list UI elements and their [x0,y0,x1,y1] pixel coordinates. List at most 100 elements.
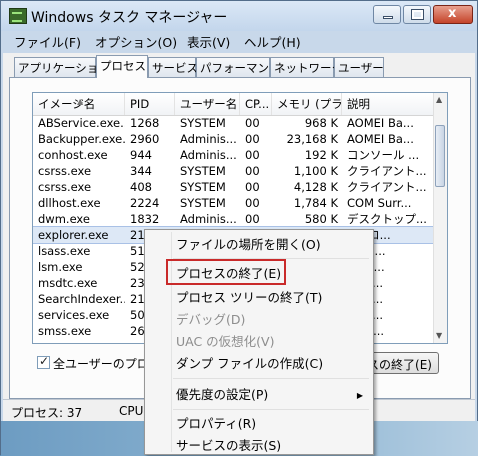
cell-cpu: 00 [245,116,260,130]
cell-image-name: Backupper.exe... [38,132,125,146]
maximize-icon [411,9,424,20]
cell-memory: 1,784 K [293,196,338,210]
column-user-name[interactable]: ユーザー名 [175,93,240,115]
menu-help[interactable]: ヘルプ(H) [244,32,301,51]
cell-image-name: services.exe [38,308,110,322]
cell-image-name: explorer.exe [38,228,109,242]
menu-file[interactable]: ファイル(F) [14,32,81,51]
cell-user-name: Adminis... [180,212,237,226]
menu-item-uac-virtualization: UAC の仮想化(V) [176,334,275,349]
tab-applications[interactable]: アプリケーション [14,57,110,77]
cpu-usage: CPU [119,404,144,418]
scrollbar-thumb[interactable] [435,125,445,187]
cell-image-name: conhost.exe [38,148,108,162]
cell-memory: 192 K [304,148,338,162]
cell-memory: 580 K [304,212,338,226]
cell-image-name: smss.exe [38,324,92,338]
cell-pid: 944 [130,148,152,162]
cell-cpu: 00 [245,196,260,210]
menu-item-show-services[interactable]: サービスの表示(S) [176,436,281,456]
table-row[interactable]: conhost.exe 944 Adminis... 00 192 K コンソール ... [33,147,435,163]
close-icon: x [448,6,457,21]
cell-image-name: csrss.exe [38,180,92,194]
close-button[interactable]: x [433,5,473,24]
process-count: プロセス: 37 [11,406,83,420]
cell-memory: 968 K [304,116,338,130]
cell-image-name: csrss.exe [38,164,92,178]
cell-user-name: Adminis... [180,132,237,146]
table-row[interactable]: ABService.exe... 1268 SYSTEM 00 968 K AOMEI B… [33,115,435,131]
tab-services[interactable]: サービス [148,57,198,77]
highlight-box [166,259,286,285]
tab-processes[interactable]: プロセス [96,55,148,78]
cell-description: COM Surr... [347,196,412,210]
cell-user-name: SYSTEM [180,116,226,130]
menu-item-properties[interactable]: プロパティ(R) [176,414,256,434]
tab-users[interactable]: ユーザー [334,57,384,77]
cell-image-name: dllhost.exe [38,196,101,210]
menu-item-end-process-tree[interactable]: プロセス ツリーの終了(T) [176,288,322,308]
sort-arrow-icon: ▲ [77,97,84,106]
cell-pid: 408 [130,180,152,194]
menu-bar: ファイル(F) オプション(O) 表示(V) ヘルプ(H) [1,31,477,51]
cell-pid: 1268 [130,116,160,130]
minimize-button[interactable] [373,5,401,24]
cell-description: クライアント... [347,180,427,194]
cell-pid: 2960 [130,132,160,146]
cell-image-name: SearchIndexer... [38,292,125,306]
cell-description: コンソール ... [347,148,420,162]
cell-cpu: 00 [245,132,260,146]
title-bar[interactable]: Windows タスク マネージャー x [1,1,477,31]
menu-item-set-priority[interactable]: 優先度の設定(P) [176,385,366,405]
task-manager-app-icon [9,8,27,24]
cell-cpu: 00 [245,212,260,226]
table-row[interactable]: csrss.exe 408 SYSTEM 00 4,128 K クライアント... [33,179,435,195]
cell-image-name: lsass.exe [38,244,91,258]
menu-options[interactable]: オプション(O) [95,32,177,51]
scroll-down-icon[interactable]: ▼ [436,331,442,340]
tab-network[interactable]: ネットワーク [270,57,343,77]
submenu-arrow-icon: ▶ [356,391,363,400]
maximize-button[interactable] [403,5,431,24]
cell-pid: 344 [130,164,152,178]
minimize-icon [383,16,393,19]
column-cpu[interactable]: CP... [240,93,272,115]
tab-performance[interactable]: パフォーマンス [196,57,280,77]
table-row[interactable]: dwm.exe 1832 Adminis... 00 580 K デスクトップ... [33,211,435,227]
column-image-name[interactable]: イメージ名 ▲ [33,93,125,115]
cell-image-name: ABService.exe... [38,116,125,130]
checkbox-checked-icon[interactable] [37,354,50,369]
cell-user-name: SYSTEM [180,164,226,178]
menu-view[interactable]: 表示(V) [187,32,230,51]
cell-image-name: dwm.exe [38,212,90,226]
cell-memory: 23,168 K [286,132,338,146]
column-pid[interactable]: PID [125,93,175,115]
table-row[interactable]: Backupper.exe... 2960 Adminis... 00 23,168 K… [33,131,435,147]
cell-user-name: SYSTEM [180,196,226,210]
cell-description: デスクトップ... [347,212,427,226]
menu-item-create-dump-file[interactable]: ダンプ ファイルの作成(C) [176,354,323,374]
cell-cpu: 00 [245,180,260,194]
cell-cpu: 00 [245,148,260,162]
cell-pid: 1832 [130,212,160,226]
column-description[interactable]: 説明 [342,93,435,115]
cell-user-name: SYSTEM [180,180,226,194]
cell-description: AOMEI Ba... [347,132,414,146]
menu-separator [173,378,369,379]
cell-pid: 2224 [130,196,160,210]
cell-image-name: lsm.exe [38,260,83,274]
menu-item-open-file-location[interactable]: ファイルの場所を開く(O) [176,235,321,255]
table-row[interactable]: dllhost.exe 2224 SYSTEM 00 1,784 K COM Surr..… [33,195,435,211]
menu-separator [173,409,369,410]
cell-image-name: msdtc.exe [38,276,98,290]
vertical-scrollbar[interactable]: ▲ ▼ [433,93,447,343]
window-title: Windows タスク マネージャー [31,10,228,26]
scroll-up-icon[interactable]: ▲ [436,95,442,104]
table-row[interactable]: csrss.exe 344 SYSTEM 00 1,100 K クライアント... [33,163,435,179]
menu-item-debug: デバッグ(D) [176,312,246,327]
cell-cpu: 00 [245,164,260,178]
list-header: イメージ名▲ PID ユーザー名 CP... メモリ (プラ... 説明 [33,93,435,116]
cell-description: クライアント... [347,164,427,178]
column-memory[interactable]: メモリ (プラ... [272,93,342,115]
cell-user-name: Adminis... [180,148,237,162]
